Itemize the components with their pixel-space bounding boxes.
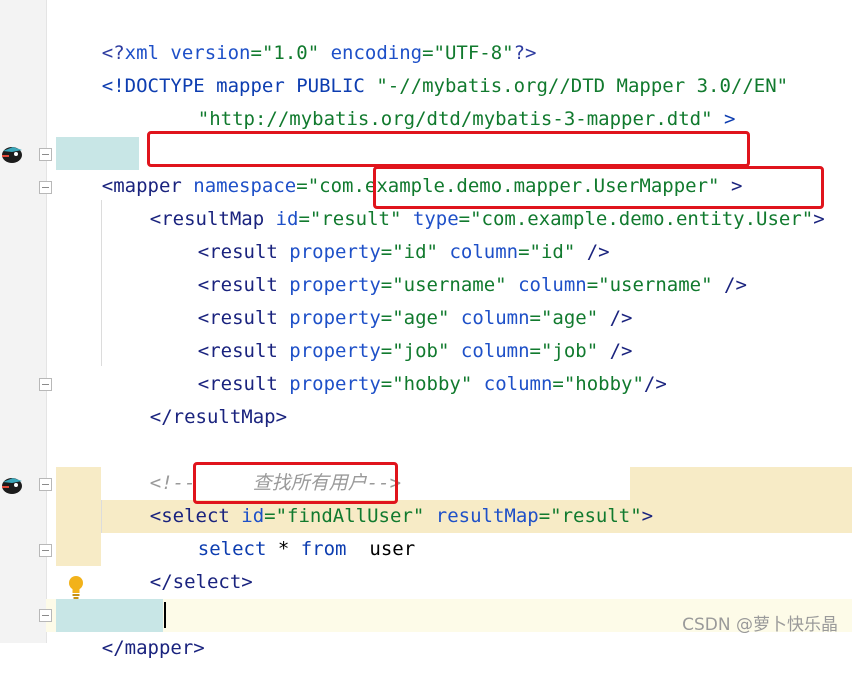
code-line: <!DOCTYPE mapper PUBLIC "-//mybatis.org/… [56,37,852,97]
code-line: <result property="age" column="age" /> [152,269,852,329]
annotation-box-namespace [147,131,750,167]
value-token: "http://mybatis.org/dtd/mybatis-3-mapper… [197,108,713,130]
code-line: </select> [104,533,852,593]
tag-token: mapper [124,637,194,659]
code-line: <result property="username" column="user… [152,236,852,296]
code-editor[interactable]: <?xml version="1.0" encoding="UTF-8"?> <… [46,0,852,659]
annotation-box-type [373,166,824,209]
code-line: <?xml version="1.0" encoding="UTF-8"?> [56,4,852,64]
tag-token: </select> [149,571,253,593]
tag-token: > [193,637,205,659]
doctype-token: > [712,108,736,130]
mybatis-bird-icon[interactable] [0,473,24,495]
annotation-box-select-id [193,462,398,504]
code-line: select * from user [152,500,852,560]
code-line: <result property="job" column="job" /> [152,302,852,362]
mybatis-bird-icon[interactable] [0,142,24,164]
text-caret [164,602,166,628]
watermark: CSDN @萝卜快乐晶 [682,615,838,635]
tag-token: </resultMap> [149,406,288,428]
code-line: "http://mybatis.org/dtd/mybatis-3-mapper… [152,70,852,130]
code-line: </resultMap> [104,368,852,428]
code-line: <result property="hobby" column="hobby"/… [152,335,852,395]
tag-token: </ [101,637,125,659]
